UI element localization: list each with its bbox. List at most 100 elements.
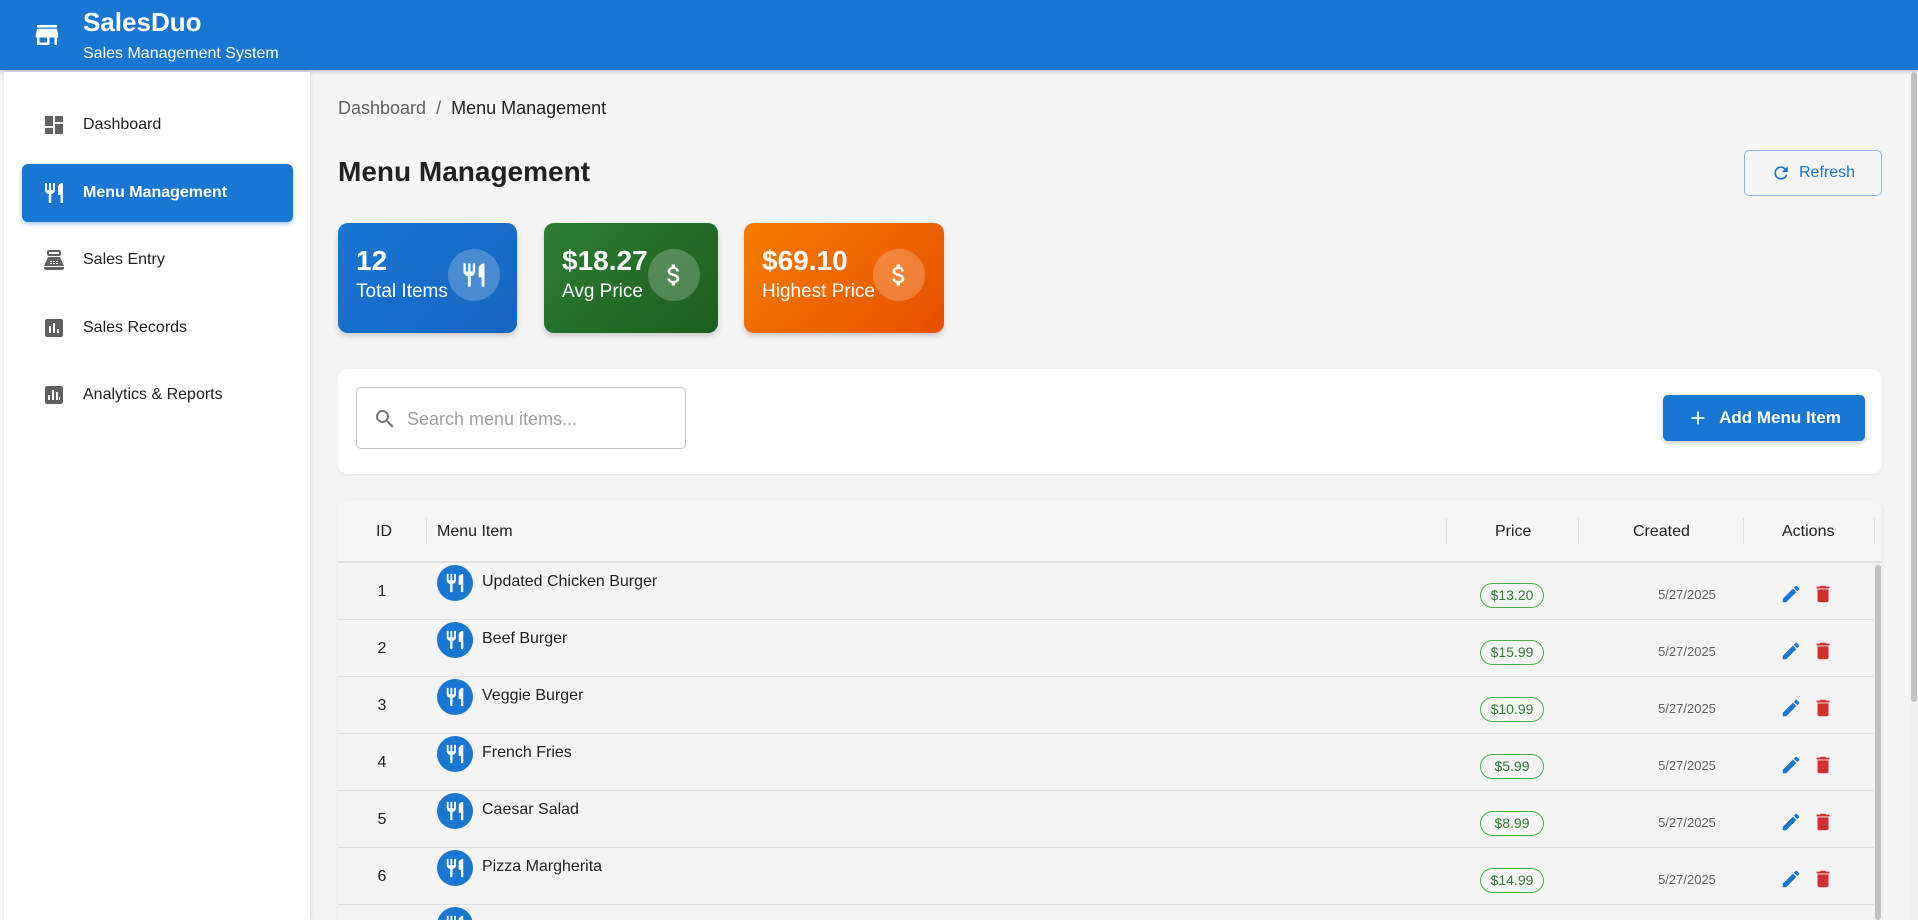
column-header-created[interactable]: Created: [1633, 500, 1690, 563]
row-item-name: Veggie Burger: [482, 687, 584, 704]
column-header-id[interactable]: ID: [376, 500, 392, 563]
plus-icon: [1691, 411, 1705, 425]
row-id: 4: [377, 754, 387, 771]
row-created-date: 5/27/2025: [1658, 587, 1716, 602]
stat-label: Avg Price: [562, 281, 643, 302]
add-menu-item-button[interactable]: Add Menu Item: [1663, 395, 1865, 441]
stat-value: 12: [356, 245, 388, 276]
row-created-date: 5/27/2025: [1658, 872, 1716, 887]
restaurant-icon: [437, 907, 473, 920]
restaurant-icon: [437, 679, 473, 715]
edit-icon[interactable]: [1780, 811, 1802, 833]
row-created-date: 5/27/2025: [1658, 758, 1716, 773]
table-row[interactable]: 5 Caesar Salad $8.99 5/27/2025: [338, 791, 1874, 848]
stat-value: $18.27: [562, 245, 648, 276]
sidebar-item-label: Sales Entry: [83, 251, 165, 268]
row-id: 3: [377, 697, 387, 714]
sidebar-item-menu-management[interactable]: Menu Management: [22, 164, 293, 222]
edit-icon[interactable]: [1780, 640, 1802, 662]
sidebar-item-label: Dashboard: [83, 116, 162, 133]
search-icon: [376, 410, 394, 428]
breadcrumb-root-link[interactable]: Dashboard: [338, 98, 426, 118]
table-header: ID Menu Item Price Created Actions: [338, 500, 1882, 563]
restaurant-icon: [45, 183, 63, 203]
app-title: SalesDuo: [83, 7, 202, 37]
refresh-icon: [1774, 166, 1788, 180]
page-title: Menu Management: [338, 156, 591, 187]
column-separator[interactable]: [426, 518, 427, 544]
column-separator[interactable]: [1743, 518, 1744, 544]
table-row[interactable]: [338, 905, 1874, 920]
sidebar: Dashboard Menu Management Sales Entry Sa…: [4, 72, 310, 920]
add-menu-item-label: Add Menu Item: [1719, 408, 1841, 427]
sidebar-item-sales-records[interactable]: Sales Records: [22, 299, 293, 357]
delete-icon[interactable]: [1812, 811, 1834, 833]
stat-label: Highest Price: [762, 281, 875, 302]
search-panel: Add Menu Item: [338, 369, 1882, 474]
delete-icon[interactable]: [1812, 583, 1834, 605]
app-subtitle: Sales Management System: [83, 45, 279, 62]
delete-icon[interactable]: [1812, 640, 1834, 662]
refresh-label: Refresh: [1798, 164, 1856, 181]
restaurant-icon: [437, 793, 473, 829]
dollar-icon: [648, 249, 700, 301]
column-separator[interactable]: [1578, 518, 1579, 544]
row-item-name: French Fries: [482, 744, 572, 761]
table-row[interactable]: 1 Updated Chicken Burger $13.20 5/27/202…: [338, 563, 1874, 620]
store-icon: [35, 25, 59, 45]
column-header-price[interactable]: Price: [1495, 500, 1531, 563]
table-row[interactable]: 2 Beef Burger $15.99 5/27/2025: [338, 620, 1874, 677]
breadcrumb: Dashboard / Menu Management: [338, 98, 606, 119]
menu-items-table: ID Menu Item Price Created Actions 1 Upd…: [338, 500, 1882, 920]
table-scrollbar-thumb[interactable]: [1875, 565, 1881, 920]
search-input[interactable]: [407, 402, 672, 436]
assessment-icon: [45, 319, 63, 337]
edit-icon[interactable]: [1780, 868, 1802, 890]
edit-icon[interactable]: [1780, 754, 1802, 776]
point-of-sale-icon: [44, 250, 64, 270]
delete-icon[interactable]: [1812, 868, 1834, 890]
sidebar-item-dashboard[interactable]: Dashboard: [22, 96, 293, 154]
dashboard-icon: [45, 116, 63, 134]
sidebar-item-label: Analytics & Reports: [83, 386, 223, 403]
edit-icon[interactable]: [1780, 583, 1802, 605]
column-header-actions: Actions: [1782, 523, 1835, 540]
bar-chart-icon: [45, 386, 63, 404]
sidebar-item-analytics-reports[interactable]: Analytics & Reports: [22, 366, 293, 424]
table-row[interactable]: 6 Pizza Margherita $14.99 5/27/2025: [338, 848, 1874, 905]
edit-icon[interactable]: [1780, 697, 1802, 719]
breadcrumb-separator: /: [436, 98, 442, 118]
column-separator[interactable]: [1446, 518, 1447, 544]
column-separator[interactable]: [1874, 518, 1875, 544]
table-row[interactable]: 3 Veggie Burger $10.99 5/27/2025: [338, 677, 1874, 734]
stat-card-avg-price: $18.27 Avg Price: [544, 223, 718, 333]
delete-icon[interactable]: [1812, 697, 1834, 719]
stat-label: Total Items: [356, 281, 448, 302]
row-created-date: 5/27/2025: [1658, 644, 1716, 659]
column-header-menu-item[interactable]: Menu Item: [437, 500, 513, 563]
row-id: 5: [377, 811, 387, 828]
stat-card-total-items: 12 Total Items: [338, 223, 517, 333]
row-item-name: Pizza Margherita: [482, 858, 603, 875]
sidebar-item-sales-entry[interactable]: Sales Entry: [22, 231, 293, 289]
row-id: 2: [377, 640, 387, 657]
refresh-button[interactable]: Refresh: [1744, 150, 1882, 196]
table-row[interactable]: 4 French Fries $5.99 5/27/2025: [338, 734, 1874, 791]
row-item-name: Updated Chicken Burger: [482, 573, 658, 590]
row-id: 1: [377, 583, 387, 600]
search-field[interactable]: [356, 387, 686, 449]
page-scrollbar-thumb[interactable]: [1911, 72, 1917, 702]
app-bar: SalesDuo Sales Management System: [0, 0, 1918, 70]
row-item-name: Caesar Salad: [482, 801, 579, 818]
row-id: 6: [377, 868, 387, 885]
breadcrumb-current: Menu Management: [451, 98, 607, 118]
price-chip: $15.99: [1480, 640, 1544, 665]
price-chip: $10.99: [1480, 697, 1544, 722]
stat-value: $69.10: [762, 245, 848, 276]
restaurant-icon: [437, 565, 473, 601]
sidebar-item-label: Sales Records: [83, 319, 188, 336]
delete-icon[interactable]: [1812, 754, 1834, 776]
sidebar-item-label: Menu Management: [83, 184, 228, 201]
price-chip: $8.99: [1480, 811, 1544, 836]
restaurant-icon: [448, 249, 500, 301]
